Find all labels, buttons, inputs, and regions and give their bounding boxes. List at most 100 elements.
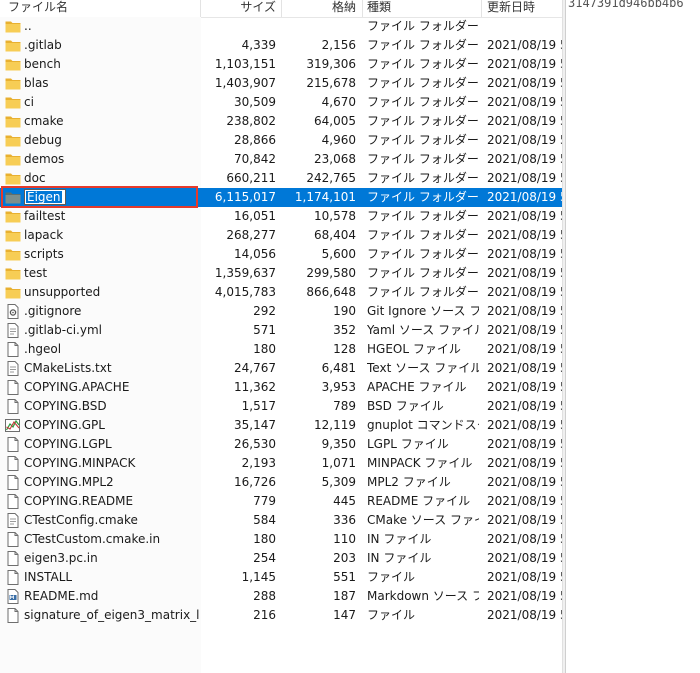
file-row-selected[interactable]: Eigen 6,115,017 1,174,101 ファイル フォルダー 2021/08…: [0, 188, 562, 207]
file-type: README ファイル: [367, 494, 471, 508]
file-modified: 2021/08/19 5:4: [487, 608, 562, 622]
file-row[interactable]: .. ファイル フォルダー: [0, 17, 562, 36]
file-type: Markdown ソース フ...: [367, 589, 479, 603]
file-size: 26,530: [234, 437, 276, 451]
file-row[interactable]: COPYING.APACHE 11,362 3,953 APACHE ファイル 2021…: [0, 378, 562, 397]
file-size: 1,517: [241, 399, 276, 413]
file-modified: 2021/08/19 5:4: [487, 266, 562, 280]
file-type: Text ソース ファイル: [367, 361, 479, 375]
file-compressed-size: 4,670: [321, 95, 356, 109]
file-row[interactable]: .gitlab 4,339 2,156 ファイル フォルダー 2021/08/19 5:…: [0, 36, 562, 55]
file-compressed-size: 242,765: [306, 171, 356, 185]
hash-text: 3147391d946bb4b6: [568, 0, 684, 10]
folder-icon: [5, 228, 21, 243]
file-name: .gitlab-ci.yml: [24, 323, 102, 337]
file-modified: 2021/08/19 5:4: [487, 551, 562, 565]
file-size: 268,277: [226, 228, 276, 242]
file-name: COPYING.MINPACK: [24, 456, 136, 470]
file-compressed-size: 6,481: [321, 361, 356, 375]
folder-icon: [5, 171, 21, 186]
file-modified: 2021/08/19 5:4: [487, 133, 562, 147]
file-row[interactable]: blas 1,403,907 215,678 ファイル フォルダー 2021/08/19…: [0, 74, 562, 93]
file-row[interactable]: debug 28,866 4,960 ファイル フォルダー 2021/08/19 5:4: [0, 131, 562, 150]
file-type: Git Ignore ソース ファ...: [367, 304, 479, 318]
file-type: ファイル フォルダー: [367, 133, 479, 147]
column-header-size[interactable]: サイズ: [201, 0, 276, 17]
column-header-type[interactable]: 種類: [367, 0, 479, 17]
file-row[interactable]: COPYING.MPL2 16,726 5,309 MPL2 ファイル 2021/08/…: [0, 473, 562, 492]
file-row[interactable]: COPYING.MINPACK 2,193 1,071 MINPACK ファイル 202…: [0, 454, 562, 473]
column-header-name[interactable]: ファイル名: [8, 0, 198, 17]
file-row[interactable]: COPYING.BSD 1,517 789 BSD ファイル 2021/08/19 5:…: [0, 397, 562, 416]
file-name: lapack: [24, 228, 64, 242]
file-row[interactable]: .gitlab-ci.yml 571 352 Yaml ソース ファイル 2021/08…: [0, 321, 562, 340]
rename-input[interactable]: Eigen: [24, 189, 66, 205]
file-size: 11,362: [234, 380, 276, 394]
file-row[interactable]: .hgeol 180 128 HGEOL ファイル 2021/08/19 5:4: [0, 340, 562, 359]
file-compressed-size: 866,648: [306, 285, 356, 299]
column-header-compressed[interactable]: 格納: [282, 0, 356, 17]
file-modified: 2021/08/19 5:4: [487, 114, 562, 128]
file-name: signature_of_eigen3_matrix_libr...: [24, 608, 200, 622]
file-row[interactable]: doc 660,211 242,765 ファイル フォルダー 2021/08/19 5:…: [0, 169, 562, 188]
code-file-icon: [5, 513, 21, 528]
file-size: 571: [253, 323, 276, 337]
file-type: HGEOL ファイル: [367, 342, 461, 356]
file-name: doc: [24, 171, 46, 185]
file-row[interactable]: eigen3.pc.in 254 203 IN ファイル 2021/08/19 5:4: [0, 549, 562, 568]
file-row[interactable]: ci 30,509 4,670 ファイル フォルダー 2021/08/19 5:4: [0, 93, 562, 112]
file-modified: 2021/08/19 5:4: [487, 437, 562, 451]
file-type: ファイル フォルダー: [367, 114, 479, 128]
file-row[interactable]: CTestCustom.cmake.in 180 110 IN ファイル 2021/08…: [0, 530, 562, 549]
file-icon: [5, 551, 21, 566]
preview-pane: 3147391d946bb4b6: [565, 0, 700, 673]
file-row[interactable]: .gitignore 292 190 Git Ignore ソース ファ... 2021…: [0, 302, 562, 321]
file-size: 6,115,017: [214, 190, 276, 204]
file-size: 24,767: [234, 361, 276, 375]
file-compressed-size: 147: [333, 608, 356, 622]
file-row[interactable]: scripts 14,056 5,600 ファイル フォルダー 2021/08/19 5…: [0, 245, 562, 264]
file-row[interactable]: cmake 238,802 64,005 ファイル フォルダー 2021/08/19 5…: [0, 112, 562, 131]
file-row[interactable]: signature_of_eigen3_matrix_libr... 216 147…: [0, 606, 562, 625]
file-row[interactable]: README.md 288 187 Markdown ソース フ... 2021/08/…: [0, 587, 562, 606]
file-row[interactable]: unsupported 4,015,783 866,648 ファイル フォルダー 202…: [0, 283, 562, 302]
md-file-icon: [5, 589, 21, 604]
file-modified: 2021/08/19 5:4: [487, 171, 562, 185]
column-divider[interactable]: [481, 0, 482, 17]
rename-input-value: Eigen: [26, 190, 62, 204]
file-type: gnuplot コマンドスク...: [367, 418, 479, 432]
file-modified: 2021/08/19 5:4: [487, 361, 562, 375]
column-divider[interactable]: [362, 0, 363, 17]
file-modified: 2021/08/19 5:4: [487, 418, 562, 432]
file-row[interactable]: COPYING.README 779 445 README ファイル 2021/08/1…: [0, 492, 562, 511]
file-compressed-size: 9,350: [321, 437, 356, 451]
file-name: CMakeLists.txt: [24, 361, 112, 375]
file-type: CMake ソース ファイル: [367, 513, 479, 527]
file-compressed-size: 352: [333, 323, 356, 337]
file-row[interactable]: test 1,359,637 299,580 ファイル フォルダー 2021/08/19…: [0, 264, 562, 283]
file-compressed-size: 12,119: [314, 418, 356, 432]
file-compressed-size: 10,578: [314, 209, 356, 223]
file-name: COPYING.GPL: [24, 418, 105, 432]
file-name: README.md: [24, 589, 99, 603]
file-row[interactable]: CTestConfig.cmake 584 336 CMake ソース ファイル 202…: [0, 511, 562, 530]
file-type: ファイル フォルダー: [367, 171, 479, 185]
file-size: 288: [253, 589, 276, 603]
file-type: ファイル フォルダー: [367, 266, 479, 280]
folder-icon: [5, 57, 21, 72]
file-row[interactable]: COPYING.LGPL 26,530 9,350 LGPL ファイル 2021/08/…: [0, 435, 562, 454]
file-icon: [5, 399, 21, 414]
file-size: 180: [253, 532, 276, 546]
file-row[interactable]: bench 1,103,151 319,306 ファイル フォルダー 2021/08/1…: [0, 55, 562, 74]
file-row[interactable]: lapack 268,277 68,404 ファイル フォルダー 2021/08/19 …: [0, 226, 562, 245]
file-icon: [5, 380, 21, 395]
file-modified: 2021/08/19 5:4: [487, 38, 562, 52]
file-row[interactable]: COPYING.GPL 35,147 12,119 gnuplot コマンドスク...…: [0, 416, 562, 435]
file-row[interactable]: demos 70,842 23,068 ファイル フォルダー 2021/08/19 5:…: [0, 150, 562, 169]
file-row[interactable]: CMakeLists.txt 24,767 6,481 Text ソース ファイル 20…: [0, 359, 562, 378]
file-type: ファイル フォルダー: [367, 247, 479, 261]
file-list-view[interactable]: ファイル名 サイズ 格納 種類 更新日時 .. ファイル フォルダー .gitlab…: [0, 0, 562, 673]
column-header-modified[interactable]: 更新日時: [487, 0, 562, 17]
file-row[interactable]: INSTALL 1,145 551 ファイル 2021/08/19 5:4: [0, 568, 562, 587]
file-row[interactable]: failtest 16,051 10,578 ファイル フォルダー 2021/08/19…: [0, 207, 562, 226]
